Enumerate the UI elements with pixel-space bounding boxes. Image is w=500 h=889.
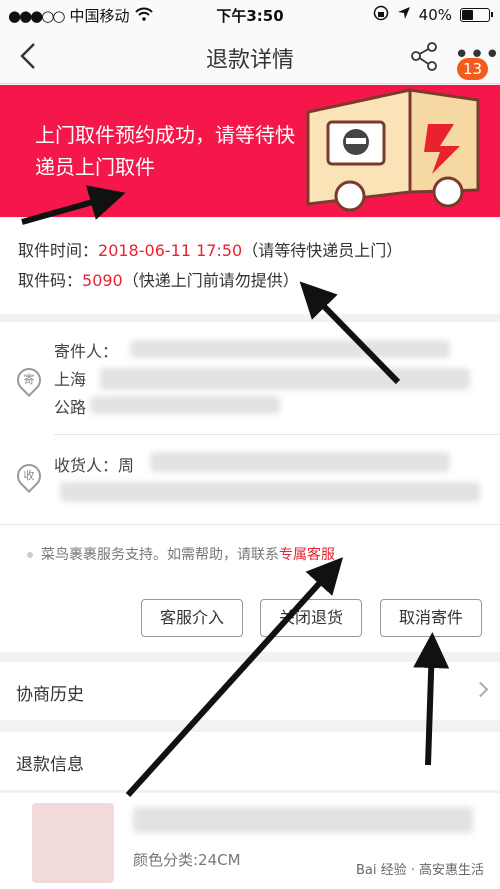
chevron-right-icon (472, 681, 489, 698)
pickup-time-value: 2018-06-11 17:50 (98, 241, 243, 260)
close-return-button[interactable]: 关闭退货 (260, 599, 362, 637)
battery-percent: 40% (418, 6, 452, 24)
redacted-sender-address (100, 368, 470, 390)
redacted-sender-name (130, 340, 450, 358)
pickup-code-note: （快递上门前请勿提供） (122, 271, 299, 290)
refund-info-label: 退款信息 (16, 755, 84, 775)
pickup-time-note: （请等待快递员上门） (242, 241, 403, 260)
service-note-text: 菜鸟裹裹服务支持。如需帮助，请联系 (41, 547, 279, 563)
banner-message: 上门取件预约成功，请等待快递员上门取件 (35, 123, 295, 179)
share-icon (411, 42, 437, 71)
receiver-icon: 收 (12, 459, 46, 493)
pickup-code-label: 取件码： (18, 271, 83, 290)
refund-info-header: 退款信息 (0, 732, 500, 790)
pickup-time-label: 取件时间： (18, 241, 99, 260)
pickup-code-row: 取件码：5090（快递上门前请勿提供） (18, 266, 500, 296)
redacted-receiver-name (150, 452, 450, 472)
service-note: 菜鸟裹裹服务支持。如需帮助，请联系专属客服 (27, 544, 335, 564)
cancel-shipment-button[interactable]: 取消寄件 (380, 599, 482, 637)
negotiation-history-label: 协商历史 (16, 685, 84, 705)
product-thumbnail (32, 803, 114, 883)
sender-address-line-2: 公路 (54, 398, 87, 417)
pickup-code-value: 5090 (82, 271, 123, 290)
address-card: 寄 寄件人： 上海 公路 收 收货人：周 菜鸟裹裹服务支持。如需帮助，请联系专属… (0, 322, 500, 652)
product-spec: 颜色分类:24CM (133, 851, 241, 869)
exclusive-service-link[interactable]: 专属客服 (279, 547, 335, 563)
address-divider (54, 434, 500, 435)
redacted-sender-address-2 (90, 396, 280, 414)
sender-label: 寄件人： (54, 342, 119, 361)
nav-bar: 退款详情 ••• 13 (0, 28, 500, 84)
pickup-info: 取件时间：2018-06-11 17:50（请等待快递员上门） 取件码：5090… (0, 218, 500, 314)
delivery-truck-icon (306, 88, 480, 212)
status-bar: ●●●○○ 中国移动 下午3:50 40% (0, 0, 500, 28)
share-button[interactable] (408, 40, 440, 72)
service-divider (0, 524, 500, 525)
bullet-dot (27, 552, 33, 558)
negotiation-history-row[interactable]: 协商历史 (0, 662, 500, 720)
redacted-product-title (133, 807, 473, 833)
redacted-receiver-address (60, 482, 480, 502)
sender-row: 寄 寄件人： 上海 公路 (0, 336, 500, 436)
customer-service-button[interactable]: 客服介入 (141, 599, 243, 637)
location-icon (397, 6, 411, 24)
watermark: Bai 经验 · 高安惠生活 (351, 858, 488, 879)
notification-badge: 13 (457, 58, 489, 80)
rotation-lock-icon (373, 5, 389, 25)
sender-icon: 寄 (12, 363, 46, 397)
receiver-label: 收货人：周 (54, 456, 135, 475)
battery-icon (460, 8, 493, 22)
pickup-time-row: 取件时间：2018-06-11 17:50（请等待快递员上门） (18, 236, 500, 266)
status-right: 40% (373, 5, 493, 25)
sender-address-line-1: 上海 (54, 370, 87, 389)
receiver-row: 收 收货人：周 (0, 448, 500, 528)
